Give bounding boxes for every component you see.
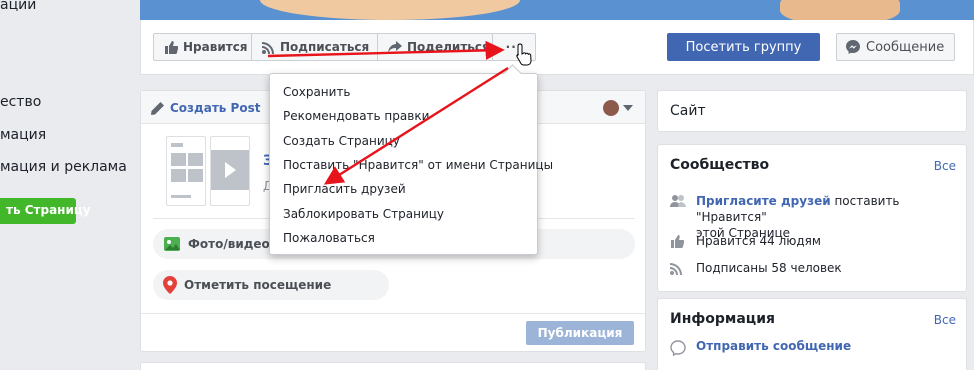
invite-friends-link[interactable]: Пригласите друзей [696, 194, 831, 208]
send-message-row: Отправить сообщение [670, 339, 851, 359]
community-title: Сообщество [670, 157, 770, 173]
play-icon [211, 150, 249, 190]
community-card: Сообщество Все Пригласите друзей постави… [657, 144, 967, 292]
next-card [140, 362, 646, 370]
menu-item-block-page[interactable]: Заблокировать Страницу [270, 201, 537, 225]
site-label[interactable]: Сайт [670, 103, 706, 119]
more-options-icon: ··· [505, 40, 523, 54]
menu-item-invite-friends[interactable]: Пригласить друзей [270, 177, 537, 201]
avatar[interactable] [603, 100, 619, 116]
likes-row: Нравится 44 людям [670, 234, 821, 251]
photo-icon [164, 237, 180, 251]
create-post-label: Создать Post [170, 101, 261, 115]
create-post-tab[interactable]: Создать Post [151, 101, 260, 115]
likes-count: Нравится 44 людям [696, 234, 821, 248]
photo-video-label: Фото/видео [188, 237, 270, 251]
page-action-bar: Нравится Подписаться Поделиться ··· Посе… [140, 20, 974, 75]
cover-photo [140, 0, 974, 20]
share-button[interactable]: Поделиться [377, 33, 493, 61]
rss-icon [262, 41, 274, 54]
share-label: Поделиться [407, 40, 490, 54]
messenger-icon [846, 40, 860, 54]
menu-item-report[interactable]: Пожаловаться [270, 226, 537, 250]
menu-item-create-page[interactable]: Создать Страницу [270, 129, 537, 153]
left-nav-item[interactable]: ество [0, 94, 41, 110]
share-icon [388, 41, 402, 53]
left-nav-item[interactable]: мация и реклама [0, 159, 127, 175]
info-title: Информация [670, 311, 775, 327]
left-nav: ации ество мация мация и реклама ть Стра… [0, 0, 130, 370]
info-card: Информация Все Отправить сообщение [657, 298, 967, 370]
follow-button[interactable]: Подписаться [251, 33, 378, 61]
create-page-button[interactable]: ть Страницу [0, 198, 91, 224]
messenger-icon [670, 340, 686, 357]
check-in-label: Отметить посещение [184, 278, 332, 292]
community-see-all-link[interactable]: Все [934, 159, 956, 173]
menu-item-suggest-edits[interactable]: Рекомендовать правки [270, 104, 537, 128]
chevron-down-icon[interactable] [623, 105, 633, 111]
like-button[interactable]: Нравится [153, 33, 252, 61]
post-template-illustration [166, 136, 252, 206]
menu-item-save[interactable]: Сохранить [270, 80, 537, 104]
visit-group-button[interactable]: Посетить группу [667, 33, 820, 61]
rss-icon [670, 263, 682, 275]
follow-label: Подписаться [280, 40, 370, 54]
menu-item-like-as-page[interactable]: Поставить "Нравится" от имени Страницы [270, 153, 553, 177]
info-see-all-link[interactable]: Все [934, 313, 956, 327]
message-button[interactable]: Сообщение [836, 33, 955, 61]
action-button-group: Нравится Подписаться Поделиться ··· [153, 33, 536, 61]
message-label: Сообщение [866, 39, 945, 55]
more-options-button[interactable]: ··· [492, 33, 536, 61]
pencil-icon [151, 101, 164, 115]
left-nav-item[interactable]: ации [0, 0, 36, 13]
check-in-button[interactable]: Отметить посещение [153, 270, 389, 300]
thumbs-up-icon [671, 235, 685, 248]
followers-count: Подписаны 58 человек [696, 261, 842, 275]
left-nav-item[interactable]: мация [0, 127, 46, 143]
location-pin-icon [163, 276, 177, 294]
like-label: Нравится [183, 40, 248, 54]
publish-button[interactable]: Публикация [526, 321, 634, 345]
followers-row: Подписаны 58 человек [670, 261, 842, 278]
thumbs-up-icon [165, 40, 178, 54]
more-options-menu: Сохранить Рекомендовать правки Создать С… [269, 73, 553, 255]
site-card: Сайт [657, 90, 967, 132]
people-icon [670, 195, 686, 207]
send-message-link[interactable]: Отправить сообщение [696, 339, 851, 359]
